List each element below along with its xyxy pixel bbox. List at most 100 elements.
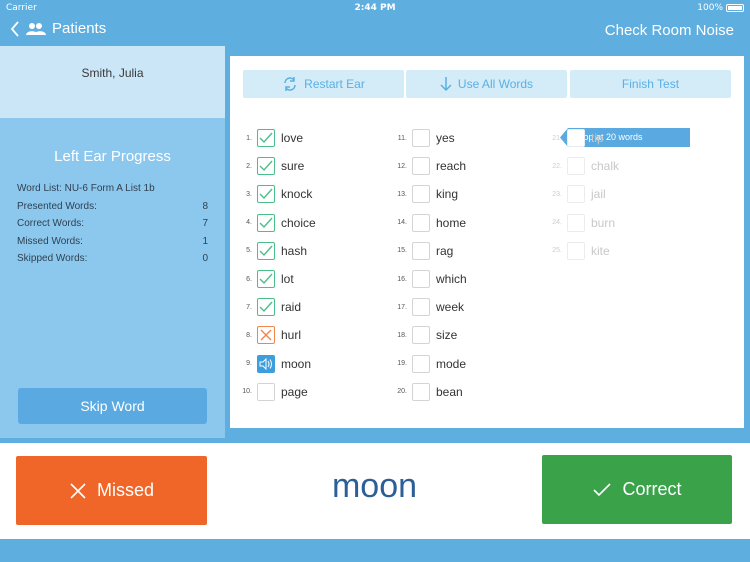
word-number: 14. xyxy=(397,219,407,227)
word-item-knock[interactable]: 3. knock xyxy=(230,184,312,204)
check-icon xyxy=(259,245,273,256)
word-item-lot[interactable]: 6. lot xyxy=(230,269,294,289)
back-to-patients-button[interactable]: Patients xyxy=(10,20,106,37)
word-checkbox[interactable] xyxy=(412,326,430,345)
word-item-home[interactable]: 14. home xyxy=(385,213,466,233)
word-label: burn xyxy=(591,215,616,230)
word-checkbox[interactable] xyxy=(412,129,430,147)
word-item-king[interactable]: 13. king xyxy=(385,184,458,204)
check-icon xyxy=(259,160,273,172)
check-icon xyxy=(259,188,273,200)
word-label: reach xyxy=(436,159,467,174)
word-checkbox[interactable] xyxy=(257,382,275,401)
word-number: 11. xyxy=(397,134,407,142)
stat-word-list: Word List: NU-6 Form A List 1b xyxy=(17,183,208,201)
word-checkbox[interactable] xyxy=(257,354,275,373)
correct-button[interactable]: Correct xyxy=(542,455,732,524)
word-item-bean[interactable]: 20. bean xyxy=(385,382,463,402)
word-item-reach[interactable]: 12. reach xyxy=(385,156,466,176)
word-item-choice[interactable]: 4. choice xyxy=(230,213,316,233)
footer-strip xyxy=(0,539,750,562)
word-label: jail xyxy=(591,187,606,202)
word-checkbox[interactable] xyxy=(257,241,275,260)
word-item-yes[interactable]: 11. yes xyxy=(385,128,455,148)
word-item-size[interactable]: 18. size xyxy=(385,325,457,345)
word-label: sure xyxy=(281,159,305,174)
word-label: raid xyxy=(281,300,302,315)
progress-stats: Word List: NU-6 Form A List 1b Presented… xyxy=(0,183,225,271)
word-number: 15. xyxy=(397,247,407,255)
check-icon xyxy=(259,273,273,285)
word-number: 3. xyxy=(246,190,252,198)
word-checkbox[interactable] xyxy=(412,354,430,373)
word-number: 19. xyxy=(397,360,407,368)
word-checkbox[interactable] xyxy=(257,213,275,232)
word-number: 1. xyxy=(246,134,252,142)
word-checkbox[interactable] xyxy=(257,185,275,204)
use-all-words-button[interactable]: Use All Words xyxy=(406,70,567,98)
word-item-moon[interactable]: 9. moon xyxy=(230,354,311,374)
word-label: home xyxy=(436,215,467,230)
current-word: moon xyxy=(331,467,418,505)
stat-value: 1 xyxy=(202,235,208,247)
word-number: 6. xyxy=(246,275,252,283)
word-number: 22. xyxy=(552,162,562,170)
word-checkbox[interactable] xyxy=(257,298,275,317)
finish-test-button[interactable]: Finish Test xyxy=(570,70,731,98)
word-item-mode[interactable]: 19. mode xyxy=(385,354,466,374)
word-checkbox xyxy=(567,157,585,176)
stat-value: 7 xyxy=(202,218,208,229)
word-item-raid[interactable]: 7. raid xyxy=(230,297,301,317)
stat-skipped: Skipped Words: 0 xyxy=(17,253,208,271)
word-checkbox[interactable] xyxy=(412,382,430,401)
patient-name: Smith, Julia xyxy=(81,66,144,80)
word-item-love[interactable]: 1. love xyxy=(230,128,303,148)
word-checkbox[interactable] xyxy=(257,129,275,147)
missed-button[interactable]: Missed xyxy=(16,456,207,525)
word-item-tip: 21. tip xyxy=(540,128,604,148)
checkmark-icon xyxy=(593,482,612,496)
word-item-sure[interactable]: 2. sure xyxy=(230,156,304,176)
word-item-rag[interactable]: 15. rag xyxy=(385,241,453,261)
word-number: 25. xyxy=(552,247,562,255)
status-bar: Carrier 2:44 PM 100% xyxy=(0,0,750,16)
word-checkbox[interactable] xyxy=(412,241,430,260)
word-checkbox xyxy=(567,241,585,260)
word-item-hurl[interactable]: 8. hurl xyxy=(230,325,301,345)
word-checkbox[interactable] xyxy=(257,326,275,345)
word-item-week[interactable]: 17. week xyxy=(385,297,464,317)
word-label: rag xyxy=(436,243,454,258)
word-label: love xyxy=(281,131,304,145)
check-room-noise-button[interactable]: Check Room Noise xyxy=(605,22,734,39)
word-item-jail: 23. jail xyxy=(540,184,606,204)
word-checkbox[interactable] xyxy=(257,270,275,288)
word-number: 12. xyxy=(397,162,407,170)
word-number: 5. xyxy=(246,247,252,255)
word-checkbox[interactable] xyxy=(412,185,430,204)
stat-presented: Presented Words: 8 xyxy=(17,201,208,219)
stat-correct: Correct Words: 7 xyxy=(17,218,208,236)
word-label: size xyxy=(436,328,458,343)
arrow-down-icon xyxy=(440,77,452,92)
nav-bar: Patients Check Room Noise xyxy=(0,16,750,46)
word-number: 16. xyxy=(397,275,407,283)
word-label: tip xyxy=(591,131,604,145)
word-checkbox[interactable] xyxy=(412,270,430,288)
word-number: 17. xyxy=(397,303,407,311)
word-checkbox[interactable] xyxy=(412,213,430,232)
stat-value: 8 xyxy=(202,200,208,212)
use-all-words-label: Use All Words xyxy=(457,77,534,91)
correct-label: Correct xyxy=(622,479,682,499)
word-checkbox[interactable] xyxy=(412,157,430,176)
missed-label: Missed xyxy=(96,480,154,500)
skip-word-button[interactable]: Skip Word xyxy=(18,388,207,424)
word-item-hash[interactable]: 5. hash xyxy=(230,241,307,261)
word-number: 20. xyxy=(397,388,407,396)
word-checkbox[interactable] xyxy=(257,157,275,176)
restart-ear-button[interactable]: Restart Ear xyxy=(243,70,404,98)
word-checkbox[interactable] xyxy=(412,298,430,317)
word-item-page[interactable]: 10. page xyxy=(230,382,308,402)
word-item-which[interactable]: 16. which xyxy=(385,269,467,289)
word-number: 7. xyxy=(246,303,252,311)
word-label: hurl xyxy=(281,328,302,343)
